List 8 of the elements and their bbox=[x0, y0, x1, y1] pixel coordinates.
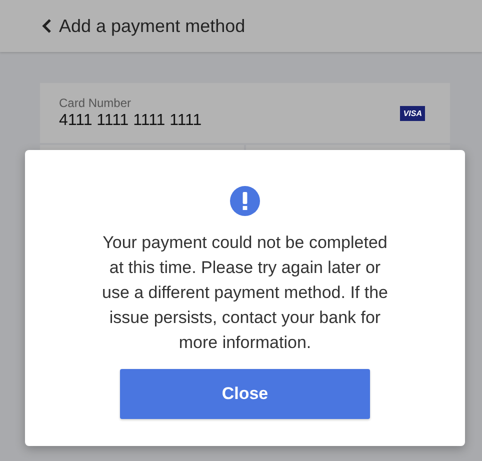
card-brand-logo: VISA bbox=[400, 106, 425, 120]
field-label: Card Number bbox=[59, 96, 132, 110]
card-number-field[interactable]: Card Number 4111 1111 1111 1111 VISA bbox=[40, 83, 450, 143]
error-message: Your payment could not be completed at this time. Please try again later or use a different payment method. If the issue persists, contact your bank for more information. bbox=[100, 232, 390, 354]
back-icon bbox=[42, 18, 52, 34]
exclamation-icon bbox=[230, 186, 260, 216]
close-button[interactable]: Close bbox=[120, 369, 370, 419]
card-number-value: 4111 1111 1111 1111 bbox=[59, 110, 202, 130]
